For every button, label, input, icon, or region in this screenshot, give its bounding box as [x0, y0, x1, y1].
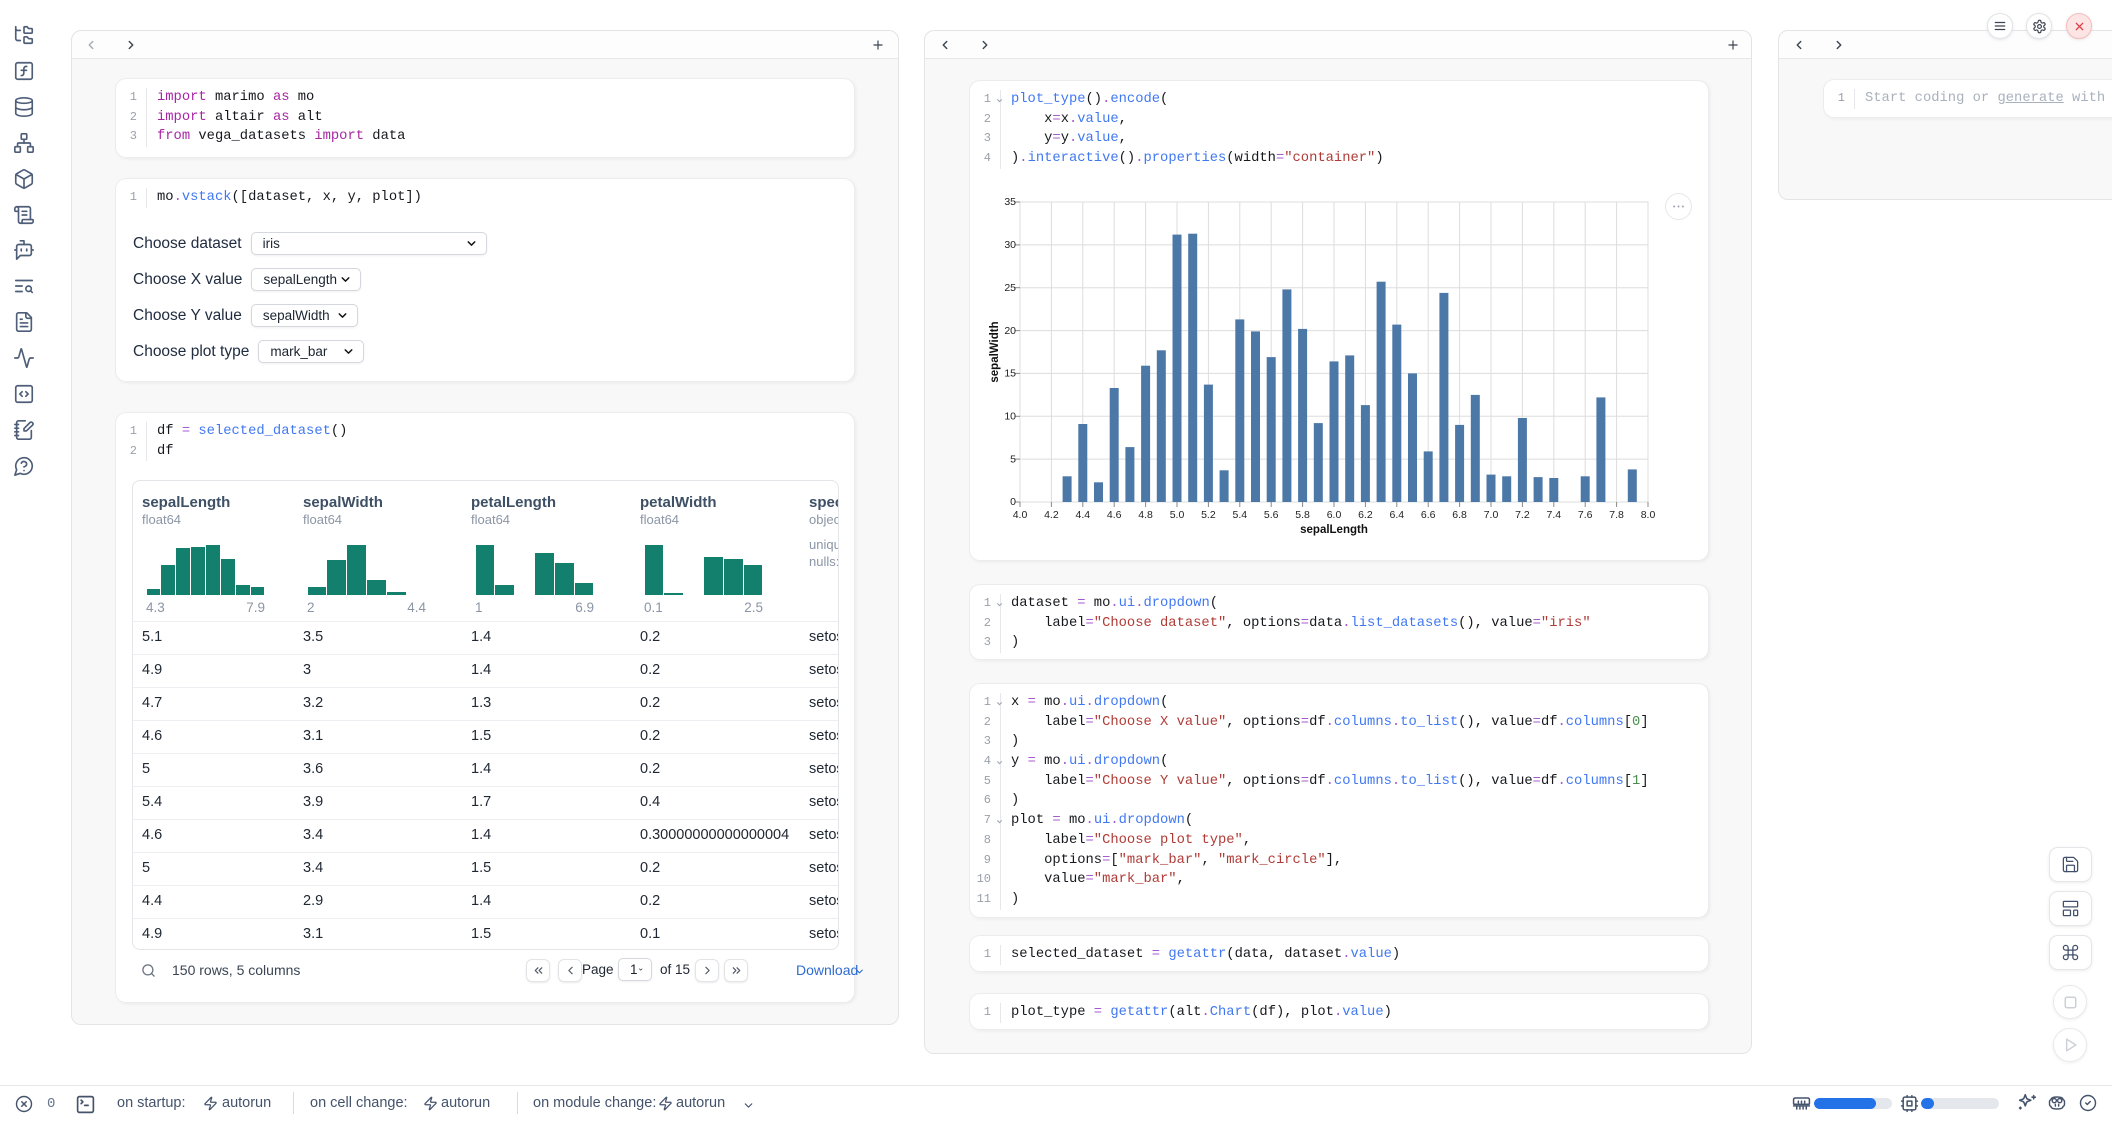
svg-text:7.4: 7.4: [1546, 509, 1561, 521]
svg-text:7.0: 7.0: [1484, 509, 1499, 521]
svg-text:7.2: 7.2: [1515, 509, 1530, 521]
svg-text:5.0: 5.0: [1170, 509, 1185, 521]
svg-text:7.6: 7.6: [1578, 509, 1593, 521]
svg-text:25: 25: [1004, 282, 1016, 294]
svg-text:6.8: 6.8: [1452, 509, 1467, 521]
svg-text:4.2: 4.2: [1044, 509, 1059, 521]
svg-text:6.2: 6.2: [1358, 509, 1373, 521]
svg-text:15: 15: [1004, 368, 1016, 380]
svg-text:4.6: 4.6: [1107, 509, 1122, 521]
svg-text:6.4: 6.4: [1389, 509, 1404, 521]
svg-text:5.2: 5.2: [1201, 509, 1216, 521]
svg-text:0: 0: [1010, 496, 1016, 508]
svg-text:5: 5: [1010, 453, 1016, 465]
svg-text:5.8: 5.8: [1295, 509, 1310, 521]
svg-text:4.4: 4.4: [1075, 509, 1090, 521]
svg-text:20: 20: [1004, 325, 1016, 337]
svg-text:5.4: 5.4: [1232, 509, 1247, 521]
svg-text:30: 30: [1004, 239, 1016, 251]
svg-text:7.8: 7.8: [1609, 509, 1624, 521]
svg-text:10: 10: [1004, 411, 1016, 423]
svg-text:4.8: 4.8: [1138, 509, 1153, 521]
svg-text:5.6: 5.6: [1264, 509, 1279, 521]
svg-text:8.0: 8.0: [1641, 509, 1656, 521]
svg-text:sepalWidth: sepalWidth: [989, 321, 1001, 382]
svg-text:6.6: 6.6: [1421, 509, 1436, 521]
svg-text:4.0: 4.0: [1013, 509, 1028, 521]
svg-text:6.0: 6.0: [1327, 509, 1342, 521]
svg-text:35: 35: [1004, 196, 1016, 208]
svg-text:sepalLength: sepalLength: [1300, 524, 1368, 536]
